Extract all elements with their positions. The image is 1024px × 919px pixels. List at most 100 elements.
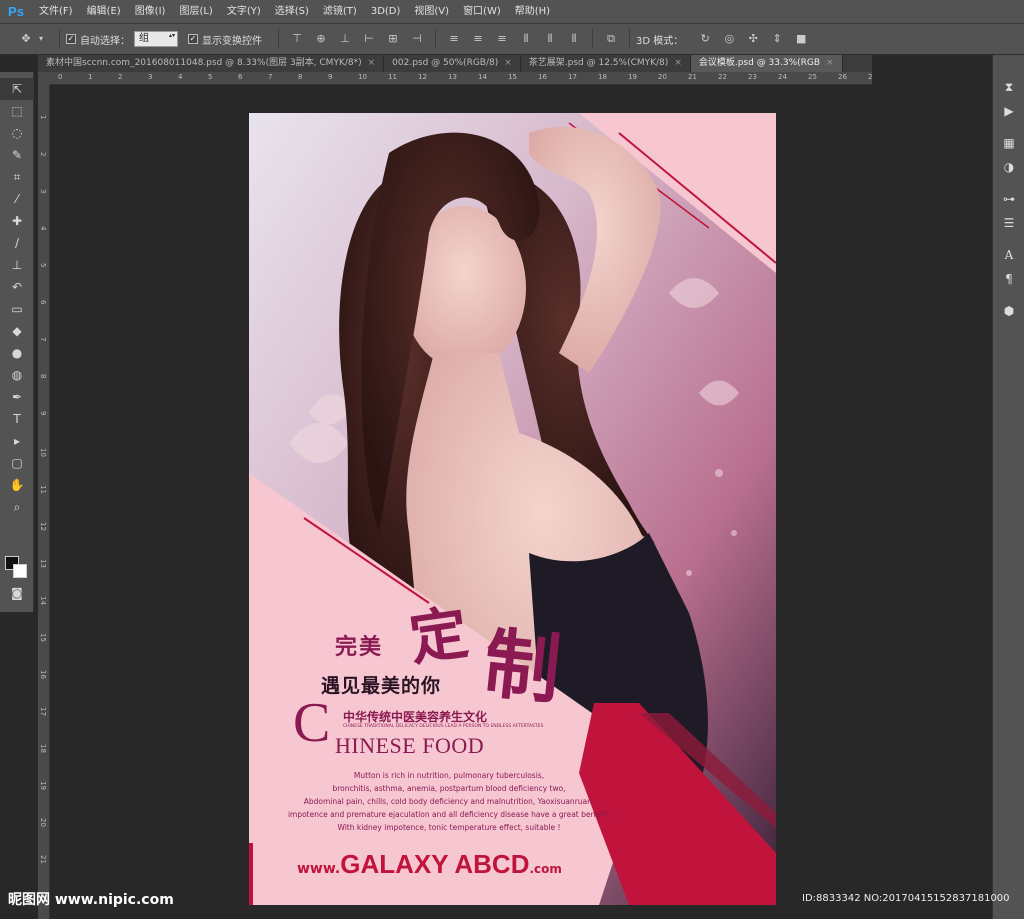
ruler-tick-label: 19 xyxy=(628,73,637,81)
menu-item[interactable]: 图层(L) xyxy=(172,0,219,24)
menu-item[interactable]: 编辑(E) xyxy=(80,0,128,24)
menu-item[interactable]: 图像(I) xyxy=(128,0,173,24)
auto-select-dropdown[interactable]: 组 xyxy=(134,31,178,47)
eyedropper-icon[interactable]: ⁄ xyxy=(0,188,34,210)
roll-3d-icon[interactable]: ◎ xyxy=(722,32,736,46)
adjustments-panel-icon[interactable]: ⊶ xyxy=(993,187,1024,211)
zoom-icon[interactable]: ⌕ xyxy=(0,496,34,518)
ruler-tick-label: 11 xyxy=(39,485,47,494)
align-left-icon[interactable]: ⊢ xyxy=(362,32,376,46)
distribute-bottom-icon[interactable]: ≡ xyxy=(495,32,509,46)
move-tool-preset-icon[interactable]: ✥ xyxy=(19,32,33,46)
menu-item[interactable]: 选择(S) xyxy=(268,0,316,24)
close-icon[interactable]: × xyxy=(504,55,512,72)
distribute-top-icon[interactable]: ≡ xyxy=(447,32,461,46)
crop-icon[interactable]: ⌗ xyxy=(0,166,34,188)
divider xyxy=(278,29,279,49)
auto-align-icon[interactable]: ⧉ xyxy=(604,32,618,46)
ruler-horizontal[interactable]: 0 1 2 3 4 5 6 7 8 9 10 11 12 13 14 15 16 17 18 19 20 21 22 23 24… xyxy=(50,72,872,85)
ruler-tick-label: 3 xyxy=(39,189,47,194)
paragraph-panel-icon[interactable]: ¶ xyxy=(993,267,1024,291)
menu-item[interactable]: 滤镜(T) xyxy=(316,0,364,24)
character-panel-icon[interactable]: A xyxy=(993,243,1024,267)
close-icon[interactable]: × xyxy=(368,55,376,72)
align-vcenter-icon[interactable]: ⊕ xyxy=(314,32,328,46)
menu-item[interactable]: 3D(D) xyxy=(364,0,408,24)
properties-panel-icon[interactable]: ☰ xyxy=(993,211,1024,235)
pasteboard-right xyxy=(872,55,992,919)
align-right-icon[interactable]: ⊣ xyxy=(410,32,424,46)
swatches-panel-icon[interactable]: ▦ xyxy=(993,131,1024,155)
pen-icon[interactable]: ✒ xyxy=(0,386,34,408)
quick-select-icon[interactable]: ✎ xyxy=(0,144,34,166)
actions-panel-icon[interactable]: ▶ xyxy=(993,99,1024,123)
3d-panel-icon[interactable]: ⬢ xyxy=(993,299,1024,323)
hand-icon[interactable]: ✋ xyxy=(0,474,34,496)
document-tab[interactable]: 茶艺展架.psd @ 12.5%(CMYK/8) × xyxy=(521,55,691,72)
align-hcenter-icon[interactable]: ⊞ xyxy=(386,32,400,46)
slide-3d-icon[interactable]: ⇕ xyxy=(770,32,784,46)
close-icon[interactable]: × xyxy=(826,55,834,72)
align-bottom-icon[interactable]: ⊥ xyxy=(338,32,352,46)
ruler-tick-label: 5 xyxy=(208,73,213,81)
history-brush-icon[interactable]: ↶ xyxy=(0,276,34,298)
bucket-icon[interactable]: ◆ xyxy=(0,320,34,342)
ruler-tick-label: 12 xyxy=(39,522,47,531)
ruler-tick-label: 2 xyxy=(39,152,47,157)
brand-com: .com xyxy=(529,862,562,876)
ruler-tick-label: 17 xyxy=(568,73,577,81)
chevron-down-icon[interactable]: ▾ xyxy=(34,32,48,46)
color-panel-icon[interactable]: ◑ xyxy=(993,155,1024,179)
close-icon[interactable]: × xyxy=(674,55,682,72)
rotate-3d-icon[interactable]: ↻ xyxy=(698,32,712,46)
background-color-swatch[interactable] xyxy=(13,564,27,578)
ruler-tick-label: 12 xyxy=(418,73,427,81)
eraser-icon[interactable]: ▭ xyxy=(0,298,34,320)
distribute-vcenter-icon[interactable]: ≡ xyxy=(471,32,485,46)
ruler-tick-label: 1 xyxy=(39,115,47,120)
distribute-right-icon[interactable]: ⦀ xyxy=(567,32,581,46)
ruler-tick-label: 26 xyxy=(838,73,847,81)
auto-select-option[interactable]: ✓ 自动选择： 组 xyxy=(66,31,178,47)
blur-icon[interactable]: ● xyxy=(0,342,34,364)
marquee-icon[interactable]: ⬚ xyxy=(0,100,34,122)
align-top-icon[interactable]: ⊤ xyxy=(290,32,304,46)
menu-item[interactable]: 窗口(W) xyxy=(456,0,508,24)
history-panel-icon[interactable]: ⧗ xyxy=(993,75,1024,99)
stamp-icon[interactable]: ⊥ xyxy=(0,254,34,276)
mode-3d-label: 3D 模式： xyxy=(636,35,684,47)
body-line: impotence and premature ejaculation and … xyxy=(287,810,611,819)
shape-icon[interactable]: ▢ xyxy=(0,452,34,474)
lasso-icon[interactable]: ◌ xyxy=(0,122,34,144)
ruler-tick-label: 18 xyxy=(598,73,607,81)
brush-icon[interactable]: ∕ xyxy=(0,232,34,254)
show-transform-label: 显示变换控件 xyxy=(202,35,262,47)
move-icon[interactable]: ⇱ xyxy=(0,78,34,100)
path-select-icon[interactable]: ▸ xyxy=(0,430,34,452)
show-transform-checkbox[interactable]: ✓ xyxy=(188,34,198,44)
menu-item[interactable]: 文件(F) xyxy=(32,0,80,24)
menu-item[interactable]: 文字(Y) xyxy=(220,0,268,24)
toolbox: ⇱ ⬚ ◌ ✎ ⌗ ⁄ ✚ ∕ ⊥ ↶ ▭ ◆ ● ◍ ✒ T ▸ ▢ ✋ ⌕ ◙ xyxy=(0,72,34,612)
ruler-tick-label: 23 xyxy=(748,73,757,81)
distribute-hcenter-icon[interactable]: ⦀ xyxy=(543,32,557,46)
show-transform-option[interactable]: ✓ 显示变换控件 xyxy=(188,32,262,47)
auto-select-checkbox[interactable]: ✓ xyxy=(66,34,76,44)
divider xyxy=(629,29,630,49)
ruler-vertical[interactable]: 1 2 3 4 5 6 7 8 9 10 11 12 13 14 15 16 17 18 19 20 21 xyxy=(38,85,50,919)
menu-item[interactable]: 帮助(H) xyxy=(508,0,557,24)
document-tab[interactable]: 002.psd @ 50%(RGB/8) × xyxy=(384,55,521,72)
ruler-tick-label: 11 xyxy=(388,73,397,81)
quick-mask-icon[interactable]: ◙ xyxy=(0,582,34,604)
dodge-icon[interactable]: ◍ xyxy=(0,364,34,386)
camera-3d-icon[interactable]: ■ xyxy=(794,32,808,46)
menu-bar: Ps 文件(F) 编辑(E) 图像(I) 图层(L) 文字(Y) 选择(S) 滤镜(T) 3D… xyxy=(0,0,1024,24)
distribute-left-icon[interactable]: ⦀ xyxy=(519,32,533,46)
ruler-tick-label: 7 xyxy=(39,337,47,342)
healing-icon[interactable]: ✚ xyxy=(0,210,34,232)
document-tab[interactable]: 素材中国sccnn.com_20160801104​8.psd @ 8.33%(… xyxy=(38,55,385,72)
type-icon[interactable]: T xyxy=(0,408,34,430)
menu-item[interactable]: 视图(V) xyxy=(407,0,456,24)
document-tab[interactable]: 会议模板.psd @ 33.3%(RGB × xyxy=(690,55,843,72)
drag-3d-icon[interactable]: ✣ xyxy=(746,32,760,46)
